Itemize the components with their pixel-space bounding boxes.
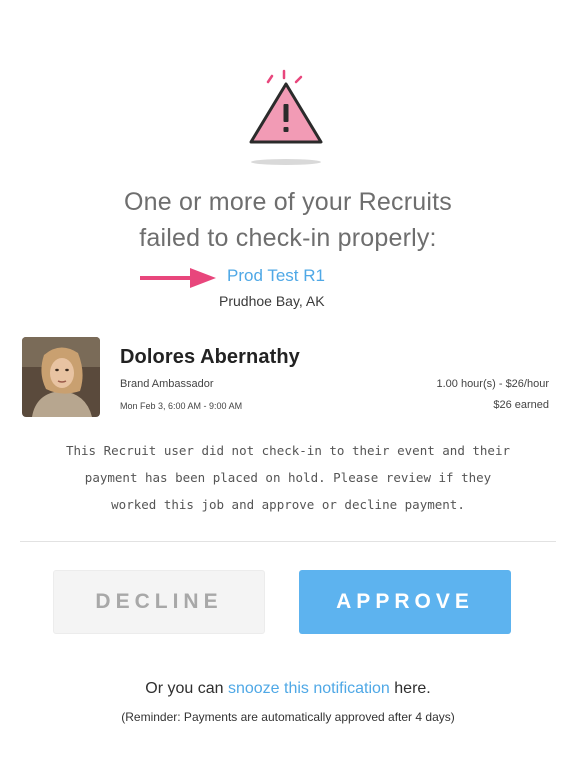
snooze-prefix: Or you can bbox=[145, 680, 228, 697]
arrow-right-icon bbox=[138, 266, 220, 290]
amount-earned: $26 earned bbox=[493, 399, 549, 411]
recruit-role: Brand Ambassador bbox=[120, 378, 214, 390]
headline-line-2: failed to check-in properly: bbox=[139, 224, 437, 252]
alert-headline: One or more of your Recruits failed to c… bbox=[0, 184, 576, 256]
hold-message: This Recruit user did not check-in to th… bbox=[26, 437, 550, 518]
event-name-link[interactable]: Prod Test R1 bbox=[227, 266, 325, 286]
snooze-line: Or you can snooze this notification here… bbox=[0, 680, 576, 698]
event-location: Prudhoe Bay, AK bbox=[219, 293, 325, 309]
hours-rate: 1.00 hour(s) - $26/hour bbox=[436, 378, 549, 390]
hold-message-line-1: This Recruit user did not check-in to th… bbox=[65, 443, 510, 458]
divider bbox=[20, 541, 556, 542]
auto-approve-reminder: (Reminder: Payments are automatically ap… bbox=[121, 710, 455, 724]
decline-button[interactable]: DECLINE bbox=[53, 570, 265, 634]
hold-message-line-3: worked this job and approve or decline p… bbox=[111, 497, 465, 512]
recruit-name: Dolores Abernathy bbox=[120, 346, 300, 368]
warning-triangle-icon bbox=[238, 66, 338, 166]
approve-button[interactable]: APPROVE bbox=[299, 570, 511, 634]
avatar bbox=[22, 337, 100, 417]
shift-datetime: Mon Feb 3, 6:00 AM - 9:00 AM bbox=[120, 401, 243, 411]
headline-line-1: One or more of your Recruits bbox=[124, 188, 452, 216]
snooze-notification-link[interactable]: snooze this notification bbox=[228, 680, 390, 697]
snooze-suffix: here. bbox=[389, 680, 431, 697]
hold-message-line-2: payment has been placed on hold. Please … bbox=[84, 470, 492, 485]
